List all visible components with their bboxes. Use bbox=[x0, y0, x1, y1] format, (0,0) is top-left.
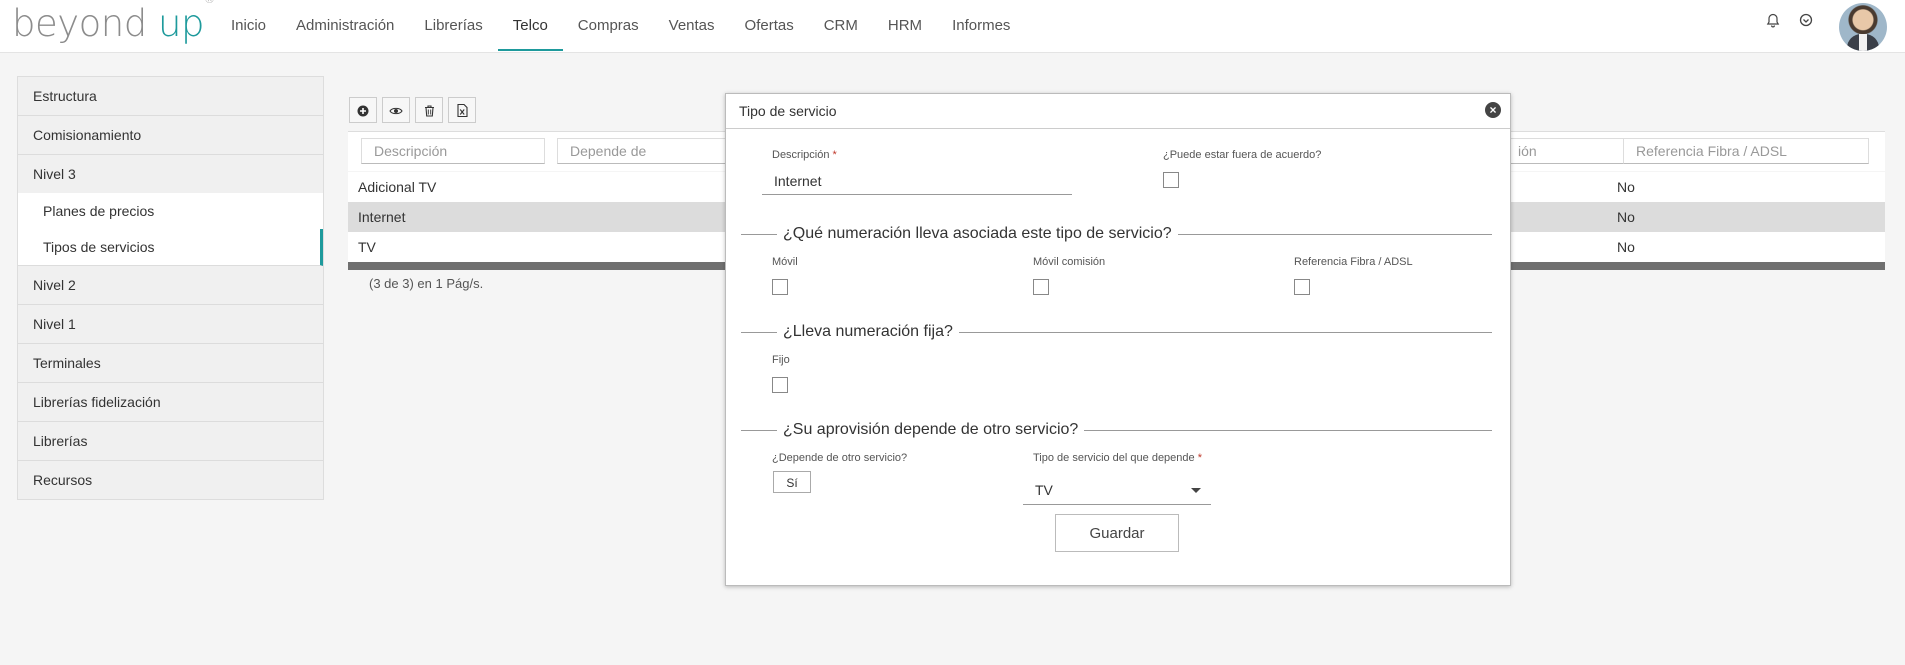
delete-icon bbox=[424, 105, 434, 117]
cell-descripcion: Internet bbox=[358, 209, 406, 225]
add-icon bbox=[357, 105, 369, 117]
sidebar-item-nivel-2[interactable]: Nivel 2 bbox=[18, 266, 323, 305]
sidebar-item-nivel-1[interactable]: Nivel 1 bbox=[18, 305, 323, 344]
filter-referencia-input[interactable]: Referencia Fibra / ADSL bbox=[1623, 138, 1869, 164]
sidebar-item-recursos[interactable]: Recursos bbox=[18, 461, 323, 499]
tipo-servicio-dialog: Tipo de servicio × Descripción * Interne… bbox=[725, 93, 1511, 586]
paging-info: (3 de 3) en 1 Pág/s. bbox=[369, 276, 484, 291]
sidebar-item-estructura[interactable]: Estructura bbox=[18, 77, 323, 116]
nav-item-ofertas[interactable]: Ofertas bbox=[730, 0, 809, 51]
sidebar-item-tipos-de-servicios[interactable]: Tipos de servicios bbox=[18, 229, 323, 266]
cell-referencia: No bbox=[1617, 239, 1635, 255]
depende-toggle[interactable]: Sí bbox=[773, 471, 811, 493]
close-icon[interactable]: × bbox=[1485, 102, 1501, 118]
brand-name-part2: up bbox=[158, 2, 204, 45]
required-mark: * bbox=[1197, 452, 1202, 464]
fijo-checkbox[interactable] bbox=[772, 377, 788, 393]
tipo-depende-label-text: Tipo de servicio del que depende bbox=[1033, 452, 1195, 464]
movil-comision-label: Móvil comisión bbox=[1033, 256, 1106, 268]
referencia-label: Referencia Fibra / ADSL bbox=[1294, 256, 1413, 268]
export-excel-button[interactable] bbox=[448, 97, 476, 123]
sidebar-item-planes-de-precios[interactable]: Planes de precios bbox=[18, 193, 323, 229]
fuera-acuerdo-checkbox[interactable] bbox=[1163, 172, 1179, 188]
brand-name-part1: beyond bbox=[12, 2, 147, 45]
sidebar-item-comisionamiento[interactable]: Comisionamiento bbox=[18, 116, 323, 155]
movil-checkbox[interactable] bbox=[772, 279, 788, 295]
descripcion-label: Descripción * bbox=[772, 149, 837, 161]
avatar-shirt-shape bbox=[1859, 34, 1867, 51]
section-aprovision-title: ¿Su aprovisión depende de otro servicio? bbox=[777, 420, 1085, 440]
nav-item-informes[interactable]: Informes bbox=[937, 0, 1025, 51]
nav-item-compras[interactable]: Compras bbox=[563, 0, 654, 51]
cell-descripcion: TV bbox=[358, 239, 376, 255]
descripcion-field[interactable]: Internet bbox=[762, 167, 1072, 195]
save-button[interactable]: Guardar bbox=[1055, 514, 1179, 552]
tipo-depende-value: TV bbox=[1035, 482, 1053, 498]
main-nav: Inicio Administración Librerías Telco Co… bbox=[216, 0, 1025, 52]
section-numeracion: ¿Qué numeración lleva asociada este tipo… bbox=[741, 224, 1492, 244]
nav-item-librerias[interactable]: Librerías bbox=[409, 0, 497, 51]
movil-comision-checkbox[interactable] bbox=[1033, 279, 1049, 295]
registered-mark: ® bbox=[204, 0, 215, 6]
descripcion-label-text: Descripción bbox=[772, 149, 830, 161]
tipo-depende-select[interactable]: TV bbox=[1023, 475, 1211, 505]
grid-toolbar bbox=[349, 97, 476, 123]
section-aprovision: ¿Su aprovisión depende de otro servicio? bbox=[741, 420, 1492, 440]
nav-item-hrm[interactable]: HRM bbox=[873, 0, 937, 51]
section-fija-title: ¿Lleva numeración fija? bbox=[777, 322, 959, 342]
fuera-acuerdo-label: ¿Puede estar fuera de acuerdo? bbox=[1163, 149, 1322, 161]
filter-movil-comision-label: ión bbox=[1518, 143, 1537, 159]
filter-descripcion-input[interactable]: Descripción bbox=[361, 138, 545, 164]
movil-label: Móvil bbox=[772, 256, 798, 268]
nav-item-ventas[interactable]: Ventas bbox=[654, 0, 730, 51]
export-excel-icon bbox=[456, 104, 468, 118]
power-icon[interactable] bbox=[1797, 13, 1815, 31]
sidebar: Estructura Comisionamiento Nivel 3 Plane… bbox=[17, 76, 324, 500]
nav-item-inicio[interactable]: Inicio bbox=[216, 0, 281, 51]
referencia-checkbox[interactable] bbox=[1294, 279, 1310, 295]
view-button[interactable] bbox=[382, 97, 410, 123]
nav-item-telco[interactable]: Telco bbox=[497, 0, 563, 51]
cell-referencia: No bbox=[1617, 179, 1635, 195]
sidebar-item-librerias-fidelizacion[interactable]: Librerías fidelización bbox=[18, 383, 323, 422]
add-button[interactable] bbox=[349, 97, 377, 123]
sidebar-item-nivel-3[interactable]: Nivel 3 bbox=[18, 155, 323, 193]
avatar[interactable] bbox=[1839, 3, 1887, 51]
nav-item-administracion[interactable]: Administración bbox=[281, 0, 409, 51]
depende-label: ¿Depende de otro servicio? bbox=[772, 452, 908, 464]
tipo-depende-label: Tipo de servicio del que depende * bbox=[1033, 452, 1202, 464]
brand-logo[interactable]: beyond up® bbox=[12, 0, 215, 45]
top-bar: beyond up® Inicio Administración Librerí… bbox=[0, 0, 1905, 53]
filter-depende-de-input[interactable]: Depende de bbox=[557, 138, 741, 164]
chevron-down-icon bbox=[1191, 488, 1201, 493]
section-fija: ¿Lleva numeración fija? bbox=[741, 322, 1492, 342]
required-mark: * bbox=[832, 149, 837, 161]
cell-descripcion: Adicional TV bbox=[358, 179, 437, 195]
bell-icon[interactable] bbox=[1764, 13, 1782, 31]
section-numeracion-title: ¿Qué numeración lleva asociada este tipo… bbox=[777, 224, 1178, 244]
dialog-title: Tipo de servicio bbox=[726, 94, 1510, 129]
nav-item-crm[interactable]: CRM bbox=[809, 0, 873, 51]
view-icon bbox=[389, 107, 403, 115]
delete-button[interactable] bbox=[415, 97, 443, 123]
fijo-label: Fijo bbox=[772, 354, 790, 366]
sidebar-item-librerias[interactable]: Librerías bbox=[18, 422, 323, 461]
cell-referencia: No bbox=[1617, 209, 1635, 225]
sidebar-item-terminales[interactable]: Terminales bbox=[18, 344, 323, 383]
